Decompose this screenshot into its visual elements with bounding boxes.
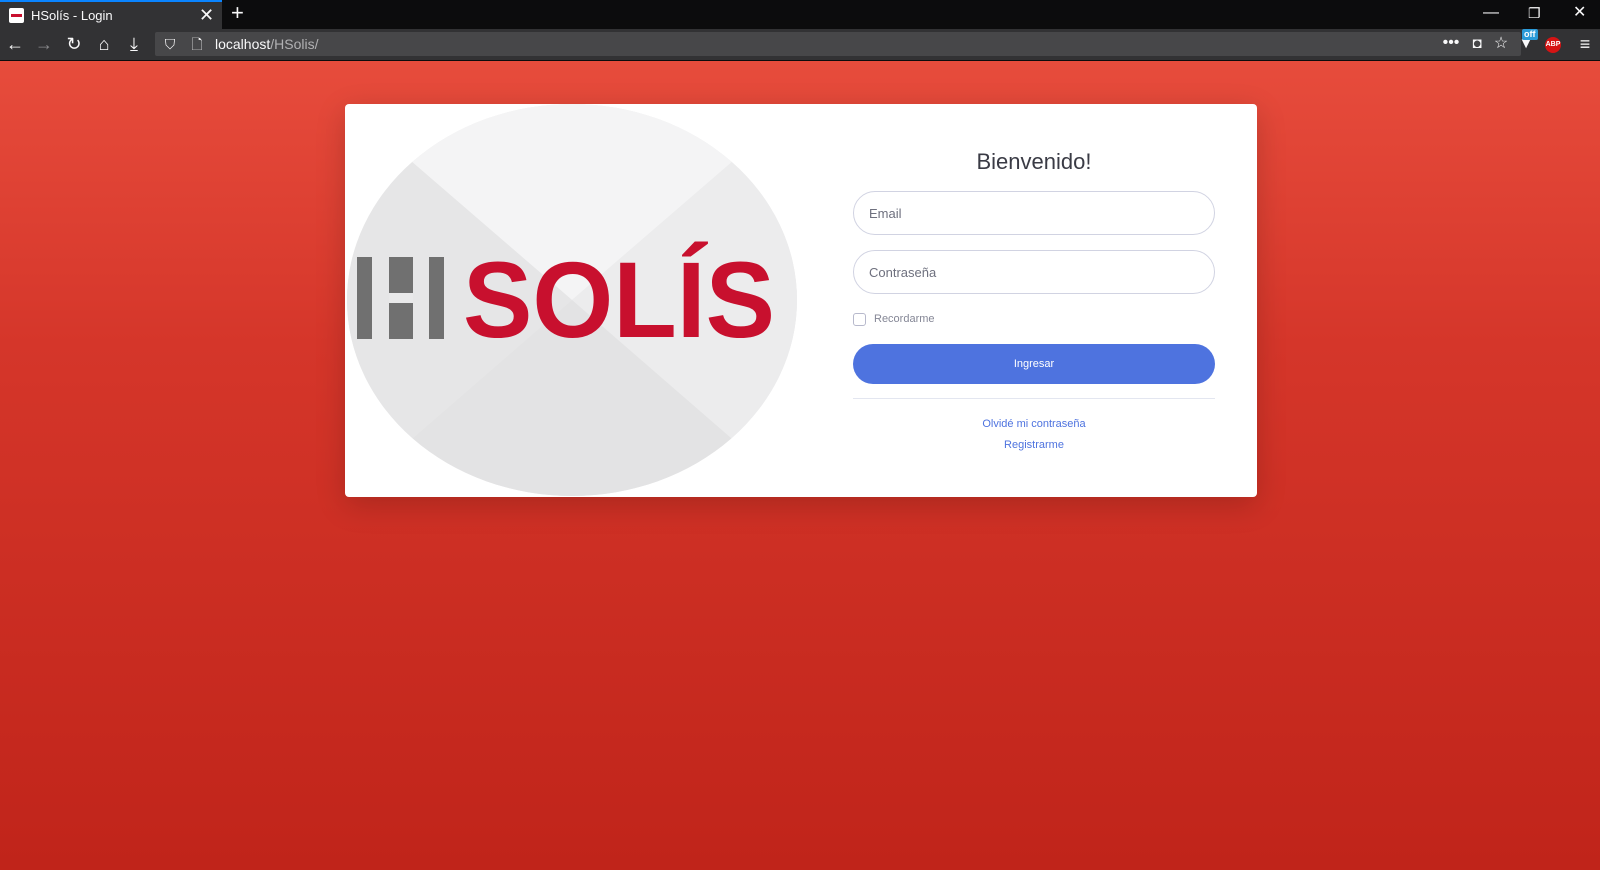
url-text[interactable]: localhost/HSolis/ (215, 36, 319, 52)
password-input[interactable] (853, 250, 1215, 294)
remember-label[interactable]: Recordarme (874, 313, 935, 325)
logo-panel: SOLÍS (345, 104, 799, 497)
reload-icon[interactable]: ↻ (63, 33, 85, 55)
menu-icon[interactable]: ≡ (1574, 33, 1596, 55)
home-icon[interactable]: ⌂ (93, 33, 115, 55)
login-button[interactable]: Ingresar (853, 344, 1215, 384)
brand-wordmark: SOLÍS (463, 239, 775, 360)
extension-badge: off (1522, 29, 1538, 40)
forward-icon[interactable]: → (33, 33, 55, 55)
adblock-icon[interactable]: ABP (1545, 37, 1561, 53)
browser-toolbar: ← → ↻ ⌂ ⤓ ⛉ 🗋 localhost/HSolis/ ••• ◘ ☆ … (0, 29, 1600, 61)
pocket-icon[interactable]: ◘ (1466, 33, 1488, 55)
minimize-window-icon[interactable]: — (1483, 3, 1499, 23)
close-window-icon[interactable]: ✕ (1573, 3, 1586, 23)
forgot-password-link[interactable]: Olvidé mi contraseña (853, 418, 1215, 430)
login-card: SOLÍS Bienvenido! Recordarme Ingresar Ol… (345, 104, 1257, 497)
restore-window-icon[interactable]: ❐ (1528, 3, 1541, 23)
hsolis-logo: SOLÍS (347, 104, 797, 496)
shield-icon[interactable]: ⛉ (159, 33, 181, 55)
url-host: localhost (215, 36, 271, 52)
address-bar[interactable]: ⛉ 🗋 localhost/HSolis/ ••• ◘ ☆ (155, 32, 1521, 56)
bookmark-star-icon[interactable]: ☆ (1490, 33, 1512, 55)
back-icon[interactable]: ← (4, 33, 26, 55)
close-tab-icon[interactable]: ✕ (199, 5, 214, 25)
page-actions-icon[interactable]: ••• (1440, 32, 1462, 54)
divider (853, 398, 1215, 399)
page-info-icon[interactable]: 🗋 (186, 33, 208, 55)
page-background: SOLÍS Bienvenido! Recordarme Ingresar Ol… (0, 61, 1600, 870)
url-path: /HSolis/ (270, 36, 319, 52)
register-link[interactable]: Registrarme (853, 439, 1215, 451)
new-tab-icon[interactable]: + (231, 1, 244, 25)
site-favicon-icon (9, 8, 24, 23)
remember-checkbox[interactable] (853, 313, 866, 326)
email-input[interactable] (853, 191, 1215, 235)
browser-tab[interactable]: HSolís - Login ✕ (0, 0, 222, 29)
browser-tab-bar: HSolís - Login ✕ + — ❐ ✕ (0, 0, 1600, 29)
download-icon[interactable]: ⤓ (123, 33, 145, 55)
welcome-heading: Bienvenido! (976, 149, 1092, 174)
tab-title: HSolís - Login (31, 8, 113, 23)
h-mark-icon (357, 257, 444, 339)
